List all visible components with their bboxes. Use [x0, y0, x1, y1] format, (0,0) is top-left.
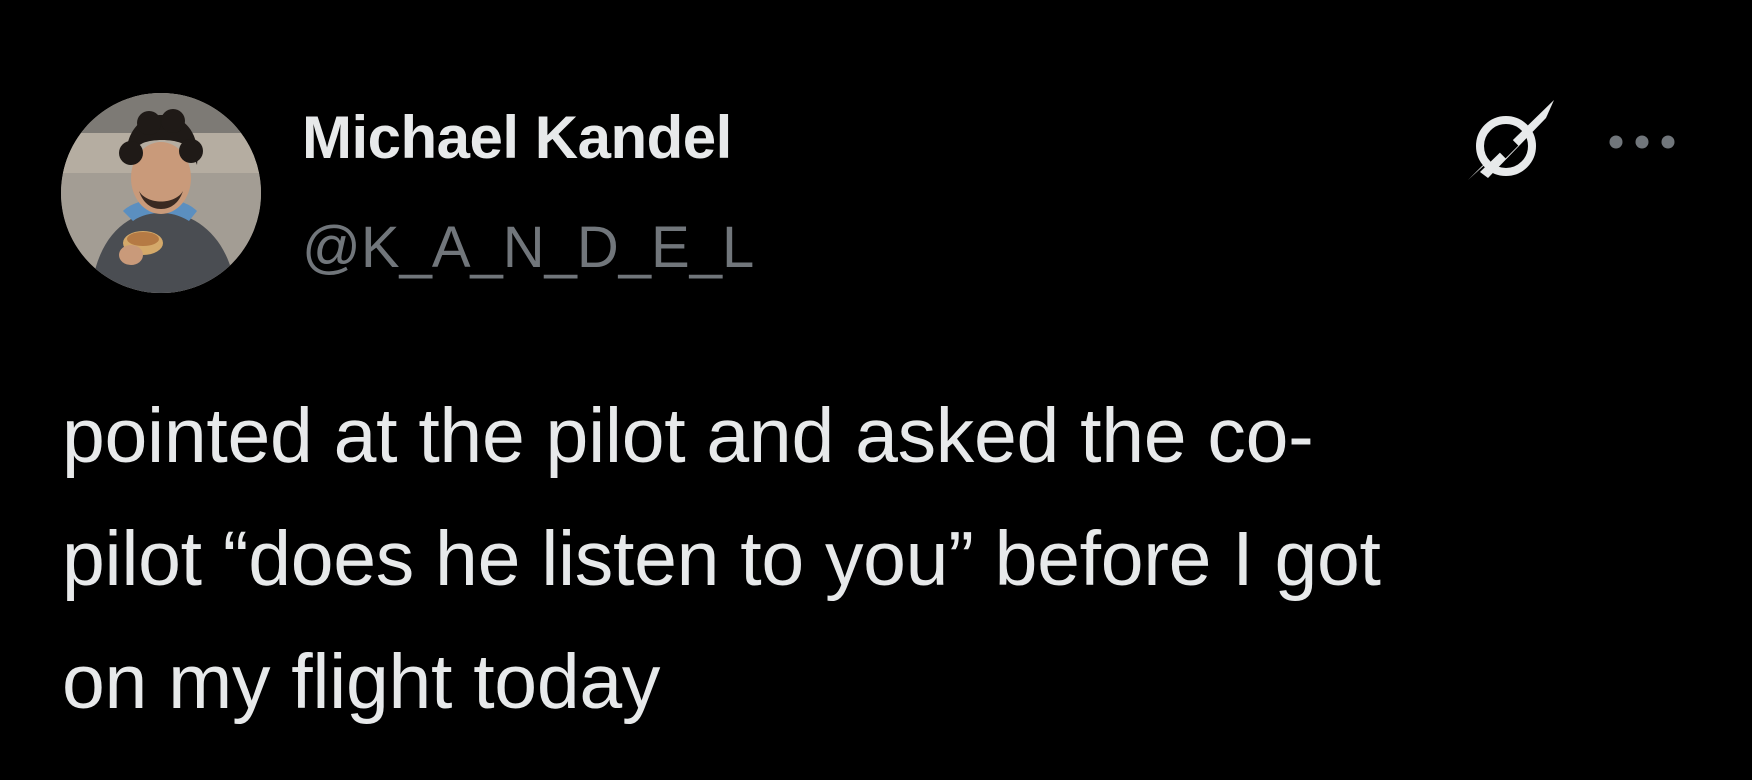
grok-icon[interactable]: [1462, 96, 1562, 188]
tweet-text-line: pilot “does he listen to you” before I g…: [62, 516, 1381, 602]
more-options-icon[interactable]: [1604, 122, 1680, 162]
tweet-text-line: pointed at the pilot and asked the co-: [62, 393, 1314, 479]
profile-photo-icon: [61, 93, 261, 293]
tweet-card: Michael Kandel @K_A_N_D_E_L pointed at t…: [0, 0, 1752, 780]
tweet-text: pointed at the pilot and asked the co- p…: [62, 375, 1702, 744]
author-handle[interactable]: @K_A_N_D_E_L: [302, 213, 754, 283]
avatar[interactable]: [61, 93, 261, 293]
author-display-name[interactable]: Michael Kandel: [302, 100, 732, 176]
tweet-text-line: on my flight today: [62, 639, 661, 725]
